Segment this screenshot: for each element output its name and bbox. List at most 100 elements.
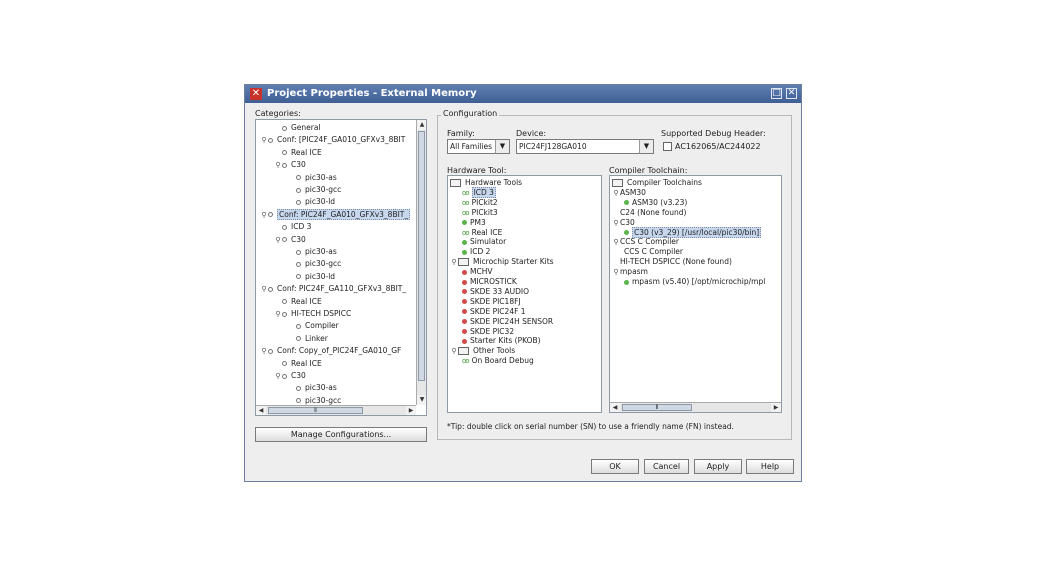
tree-item[interactable]: SKDE PIC24F 1	[462, 307, 526, 317]
tree-item[interactable]: Compiler Toolchains	[612, 178, 702, 188]
tree-item-label: pic30-gcc	[305, 395, 342, 405]
scroll-down-icon[interactable]: ▼	[417, 395, 426, 405]
tree-item[interactable]: Compiler	[288, 320, 339, 332]
tree-item[interactable]: SKDE PIC18FJ	[462, 297, 521, 307]
tree-item[interactable]: pic30-gcc	[288, 184, 341, 196]
expand-toggle-icon[interactable]: ⚲	[274, 234, 282, 246]
cancel-button[interactable]: Cancel	[644, 459, 689, 474]
apply-button[interactable]: Apply	[694, 459, 742, 474]
tree-item[interactable]: PM3	[462, 218, 486, 228]
scroll-right-icon[interactable]: ▶	[771, 403, 781, 412]
expand-toggle-icon[interactable]: ⚲	[450, 346, 458, 356]
expand-toggle-icon[interactable]: ⚲	[612, 237, 620, 247]
tree-item[interactable]: C24 (None found)	[612, 208, 686, 218]
tree-item[interactable]: ⚲ Microchip Starter Kits	[450, 257, 554, 267]
tree-item-label: pic30-gcc	[305, 259, 342, 269]
tree-item[interactable]: ⚲ Conf: PIC24F_GA010_GFXv3_8BIT_	[260, 208, 411, 221]
tool-link-icon: oo	[462, 208, 470, 217]
expand-toggle-icon[interactable]: ⚲	[260, 209, 268, 221]
tree-item[interactable]: SKDE PIC24H SENSOR	[462, 317, 553, 327]
tree-item[interactable]: ⚲mpasm	[612, 267, 647, 277]
tree-item[interactable]: oo PICkit2	[462, 198, 498, 208]
tree-item[interactable]: MCHV	[462, 267, 492, 277]
compiler-toolchain-tree[interactable]: Compiler Toolchains ⚲ASM30 ASM30 (v3.23) C2…	[609, 175, 782, 413]
tree-item[interactable]: pic30-ld	[288, 196, 335, 208]
tree-item[interactable]: C30 (v3_29) [/usr/local/pic30/bin]	[624, 226, 762, 238]
horizontal-scrollbar[interactable]: ◀ ▶ ⦀	[610, 402, 781, 412]
tree-item-label: PICkit3	[471, 207, 498, 217]
expand-toggle-icon[interactable]: ⚲	[260, 134, 268, 146]
tree-item[interactable]: ASM30 (v3.23)	[624, 198, 687, 208]
tree-item[interactable]: ⚲ Other Tools	[450, 346, 515, 356]
vertical-scrollbar[interactable]: ▲ ▼	[416, 120, 426, 405]
vertical-scroll-thumb[interactable]	[418, 131, 425, 381]
tree-item[interactable]: Simulator	[462, 237, 506, 247]
tree-item[interactable]: Starter Kits (PKOB)	[462, 336, 541, 346]
tree-node-icon	[282, 125, 287, 131]
expand-toggle-icon[interactable]: ⚲	[612, 218, 620, 228]
tree-item[interactable]: oo Real ICE	[462, 228, 502, 238]
expand-toggle-icon[interactable]: ⚲	[612, 267, 620, 277]
expand-toggle-icon[interactable]: ⚲	[274, 159, 282, 171]
tree-item[interactable]: ⚲ Conf: PIC24F_GA110_GFXv3_8BIT_	[260, 283, 406, 295]
tree-item[interactable]: SKDE 33 AUDIO	[462, 287, 529, 297]
tree-item-label: C24 (None found)	[620, 207, 687, 217]
help-button[interactable]: Help	[746, 459, 794, 474]
tree-item[interactable]: pic30-as	[288, 172, 337, 184]
horizontal-scroll-thumb[interactable]: ⦀	[268, 407, 363, 414]
expand-toggle-icon[interactable]: ⚲	[274, 308, 282, 320]
expand-toggle-icon[interactable]: ⚲	[274, 370, 282, 382]
tree-item[interactable]: ⚲ C30	[274, 159, 305, 171]
tree-item[interactable]: oo ICD 3	[462, 186, 496, 198]
tree-item[interactable]: Linker	[288, 333, 328, 345]
tree-item[interactable]: pic30-gcc	[288, 258, 341, 270]
horizontal-scrollbar[interactable]: ◀ ▶ ⦀	[256, 405, 416, 415]
tree-item[interactable]: ⚲ C30	[274, 234, 305, 246]
tree-item[interactable]: Real ICE	[274, 147, 322, 159]
scroll-right-icon[interactable]: ▶	[406, 406, 416, 415]
tree-item[interactable]: HI-TECH DSPICC (None found)	[612, 257, 732, 267]
close-button[interactable]: ✕	[786, 88, 797, 99]
tree-item[interactable]: Real ICE	[274, 358, 322, 370]
hardware-tool-tree[interactable]: Hardware Tools oo ICD 3 oo PICkit2 oo PICkit3 P…	[447, 175, 602, 413]
tree-item[interactable]: SKDE PIC32	[462, 327, 514, 337]
device-select[interactable]: PIC24FJ128GA010 ▼	[516, 139, 654, 154]
tree-item[interactable]: ⚲ Conf: Copy_of_PIC24F_GA010_GF	[260, 345, 401, 357]
expand-toggle-icon[interactable]: ⚲	[612, 188, 620, 198]
tree-item-label: Simulator	[470, 237, 507, 247]
scroll-up-icon[interactable]: ▲	[417, 120, 426, 130]
manage-configurations-button[interactable]: Manage Configurations...	[255, 427, 427, 442]
tree-node-icon	[296, 199, 301, 205]
tree-item-label: CCS C Compiler	[624, 247, 683, 257]
tree-item[interactable]: General	[274, 122, 321, 134]
tree-item[interactable]: ⚲ASM30	[612, 188, 645, 198]
expand-toggle-icon[interactable]: ⚲	[260, 283, 268, 295]
tree-item[interactable]: ⚲ Conf: [PIC24F_GA010_GFXv3_8BIT	[260, 134, 405, 146]
ok-button[interactable]: OK	[591, 459, 639, 474]
tree-item[interactable]: oo PICkit3	[462, 208, 498, 218]
horizontal-scroll-thumb[interactable]: ⦀	[622, 404, 692, 411]
tree-item[interactable]: ⚲ HI-TECH DSPICC	[274, 308, 351, 320]
tree-item[interactable]: ICD 3	[274, 221, 311, 233]
tree-item[interactable]: pic30-as	[288, 246, 337, 258]
family-select[interactable]: All Families ▼	[447, 139, 510, 154]
title-bar[interactable]: ✕ Project Properties - External Memory □…	[245, 85, 801, 103]
tree-item[interactable]: MICROSTICK	[462, 277, 517, 287]
tree-item[interactable]: Real ICE	[274, 296, 322, 308]
tree-item[interactable]: pic30-ld	[288, 271, 335, 283]
tree-item[interactable]: ⚲CCS C Compiler	[612, 237, 679, 247]
maximize-button[interactable]: □	[771, 88, 782, 99]
scroll-left-icon[interactable]: ◀	[610, 403, 620, 412]
tree-item[interactable]: ICD 2	[462, 247, 490, 257]
categories-tree[interactable]: General ⚲ Conf: [PIC24F_GA010_GFXv3_8BIT Re…	[255, 119, 427, 416]
tree-item[interactable]: mpasm (v5.40) [/opt/microchip/mpl	[624, 277, 765, 287]
expand-toggle-icon[interactable]: ⚲	[260, 345, 268, 357]
tree-item[interactable]: CCS C Compiler	[624, 247, 683, 257]
debug-header-checkbox[interactable]	[663, 142, 672, 151]
scroll-left-icon[interactable]: ◀	[256, 406, 266, 415]
expand-toggle-icon[interactable]: ⚲	[450, 257, 458, 267]
tree-item[interactable]: ⚲ C30	[274, 370, 305, 382]
tree-item-label: SKDE PIC18FJ	[470, 296, 521, 306]
tree-item[interactable]: oo On Board Debug	[462, 356, 534, 366]
tree-item[interactable]: pic30-as	[288, 382, 337, 394]
